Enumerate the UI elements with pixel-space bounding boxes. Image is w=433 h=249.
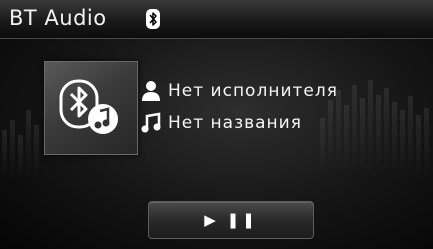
- person-icon: [142, 81, 160, 101]
- artist-name: Нет исполнителя: [168, 81, 338, 101]
- album-art: [44, 61, 138, 155]
- music-note-icon: [141, 112, 161, 133]
- header-bar: BT Audio: [0, 0, 433, 39]
- page-title: BT Audio: [9, 6, 107, 30]
- track-title: Нет названия: [168, 113, 302, 133]
- play-pause-icon: ▶ ❚❚: [204, 211, 258, 229]
- title-row: Нет названия: [140, 112, 302, 134]
- bt-audio-screen: BT Audio Нет исполнителя Нет названия ▶ …: [0, 0, 433, 249]
- bluetooth-icon: [146, 9, 160, 29]
- artist-row: Нет исполнителя: [140, 80, 338, 102]
- play-pause-button[interactable]: ▶ ❚❚: [148, 201, 314, 239]
- bluetooth-music-icon: [59, 79, 118, 134]
